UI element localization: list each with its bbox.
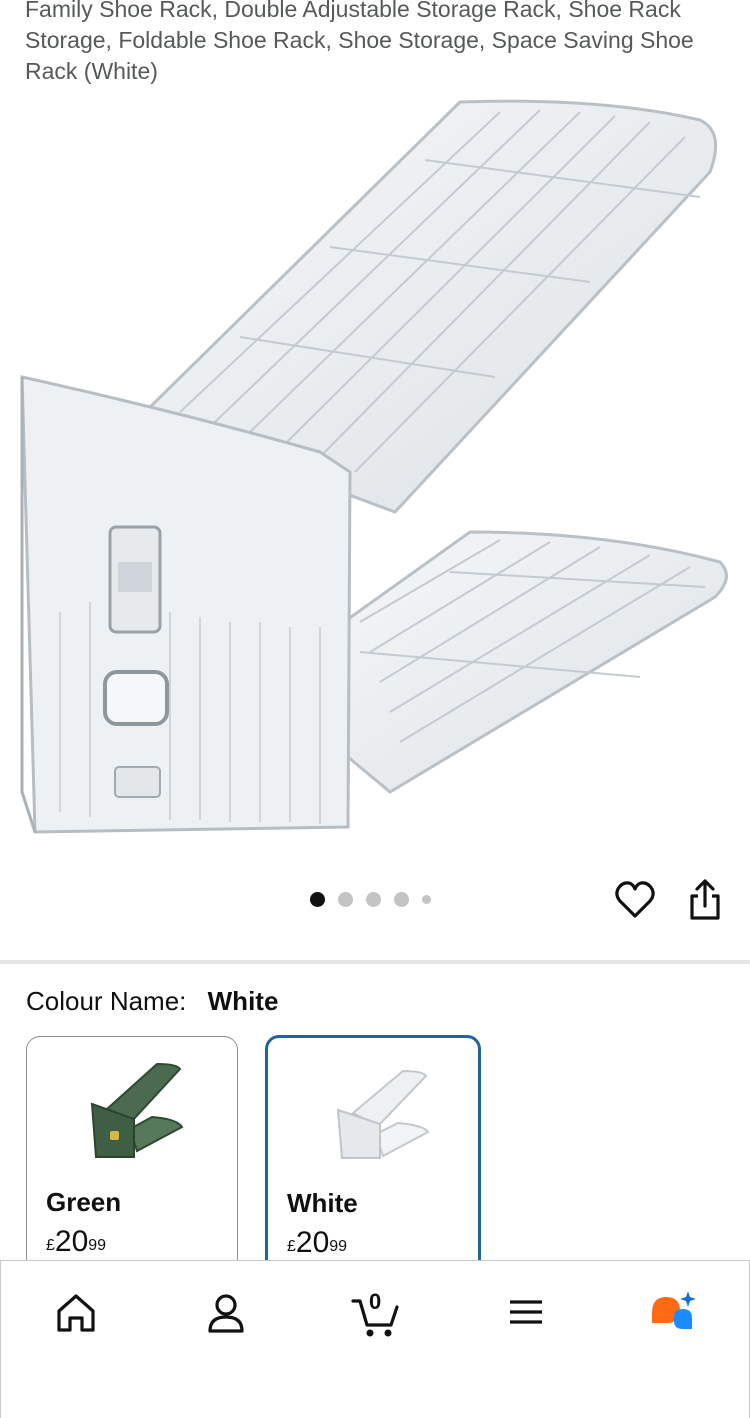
colour-name-label: Colour Name: [26, 986, 187, 1016]
home-icon[interactable] [46, 1283, 106, 1343]
carousel-dot-5[interactable] [422, 895, 431, 904]
product-title: Family Shoe Rack, Double Adjustable Stor… [25, 0, 694, 84]
colour-selected-value: White [207, 986, 279, 1016]
price-currency: £ [287, 1238, 296, 1255]
swatch-price: £2099 [46, 1225, 106, 1259]
variation-label-row: Colour Name: White [26, 986, 278, 1017]
rufus-chat-icon[interactable] [644, 1283, 704, 1343]
carousel-dot-3[interactable] [366, 892, 381, 907]
person-icon[interactable] [196, 1283, 256, 1343]
swatch-price: £2099 [287, 1226, 347, 1260]
bottom-navigation-bar: 0 [0, 1260, 750, 1418]
share-icon[interactable] [686, 878, 724, 922]
swatch-green[interactable]: Green £2099 [26, 1036, 238, 1296]
price-fraction: 99 [329, 1238, 348, 1255]
image-carousel-dots[interactable] [310, 892, 431, 907]
price-fraction: 99 [88, 1237, 107, 1254]
heart-outline-icon[interactable] [614, 880, 656, 920]
price-whole: 20 [295, 1226, 330, 1259]
white-rack-thumbnail [336, 1069, 430, 1159]
green-rack-thumbnail [90, 1062, 184, 1158]
hamburger-menu-icon[interactable] [496, 1283, 556, 1343]
swatch-name: White [287, 1188, 358, 1218]
cart-count: 0 [369, 1289, 382, 1314]
carousel-dot-1[interactable] [310, 892, 325, 907]
price-currency: £ [46, 1237, 55, 1254]
carousel-dot-4[interactable] [394, 892, 409, 907]
cart-button[interactable]: 0 [347, 1283, 407, 1343]
product-image[interactable] [0, 92, 750, 852]
price-whole: 20 [54, 1225, 89, 1258]
carousel-dot-2[interactable] [338, 892, 353, 907]
section-divider [0, 960, 750, 964]
swatch-name: Green [46, 1187, 122, 1217]
swatch-white[interactable]: White £2099 [265, 1035, 481, 1295]
